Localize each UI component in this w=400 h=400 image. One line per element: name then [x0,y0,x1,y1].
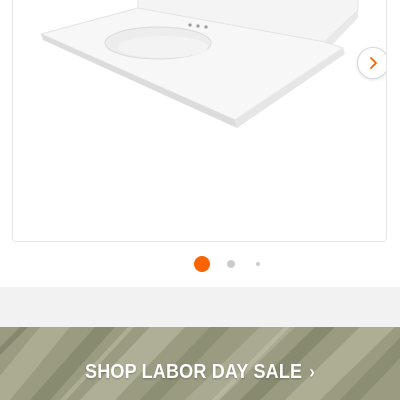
carousel-dot[interactable] [227,260,235,268]
carousel-dot-active[interactable] [194,256,210,272]
section-divider [0,287,400,327]
carousel-pagination [0,256,400,272]
product-page: SHOP LABOR DAY SALE › [0,0,400,400]
banner-cta[interactable]: SHOP LABOR DAY SALE › [20,327,380,400]
carousel-dot[interactable] [256,262,260,266]
product-image [39,0,359,128]
chevron-right-icon: › [309,362,315,382]
banner-label: SHOP LABOR DAY SALE [85,361,303,383]
chevron-right-icon [370,57,377,69]
carousel-next-button[interactable] [357,47,386,79]
product-image-carousel[interactable] [12,0,387,242]
labor-day-sale-banner[interactable]: SHOP LABOR DAY SALE › [0,327,400,400]
